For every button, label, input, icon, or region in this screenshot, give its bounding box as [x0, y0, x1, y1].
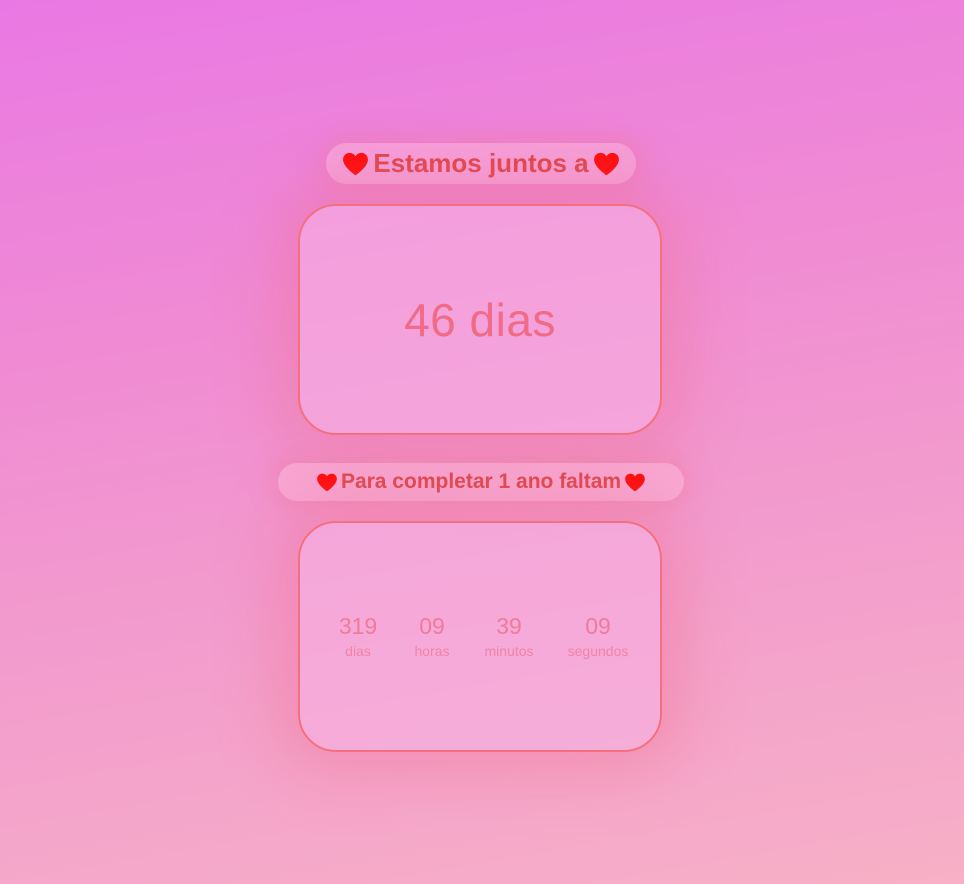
- heart-icon: [342, 152, 369, 176]
- heart-icon: [316, 473, 338, 492]
- heart-icon: [624, 473, 646, 492]
- countdown-minutes-value: 39: [496, 613, 522, 639]
- countdown-minutes-label: minutos: [484, 643, 534, 659]
- countdown-unit-seconds: 09 segundos: [568, 613, 629, 659]
- heart-icon: [593, 152, 620, 176]
- countdown-days-label: dias: [345, 643, 371, 659]
- together-title: Estamos juntos a: [373, 148, 589, 178]
- countdown-title: Para completar 1 ano faltam: [340, 470, 622, 493]
- countdown-unit-days: 319 dias: [339, 613, 377, 659]
- days-together-value: 46 dias: [404, 293, 556, 346]
- countdown-seconds-value: 09: [585, 613, 611, 639]
- together-card: 46 dias: [298, 204, 662, 435]
- countdown-hours-label: horas: [414, 643, 450, 659]
- countdown-seconds-label: segundos: [567, 643, 629, 659]
- countdown-hours-value: 09: [419, 613, 445, 639]
- countdown-card: 319 dias 09 horas 39 minutos 09 segundos: [298, 521, 662, 752]
- together-title-pill: Estamos juntos a: [326, 143, 636, 184]
- countdown-title-pill: Para completar 1 ano faltam: [278, 463, 684, 501]
- countdown-unit-minutes: 39 minutos: [484, 613, 533, 659]
- countdown-unit-hours: 09 horas: [414, 613, 449, 659]
- countdown-days-value: 319: [338, 613, 378, 639]
